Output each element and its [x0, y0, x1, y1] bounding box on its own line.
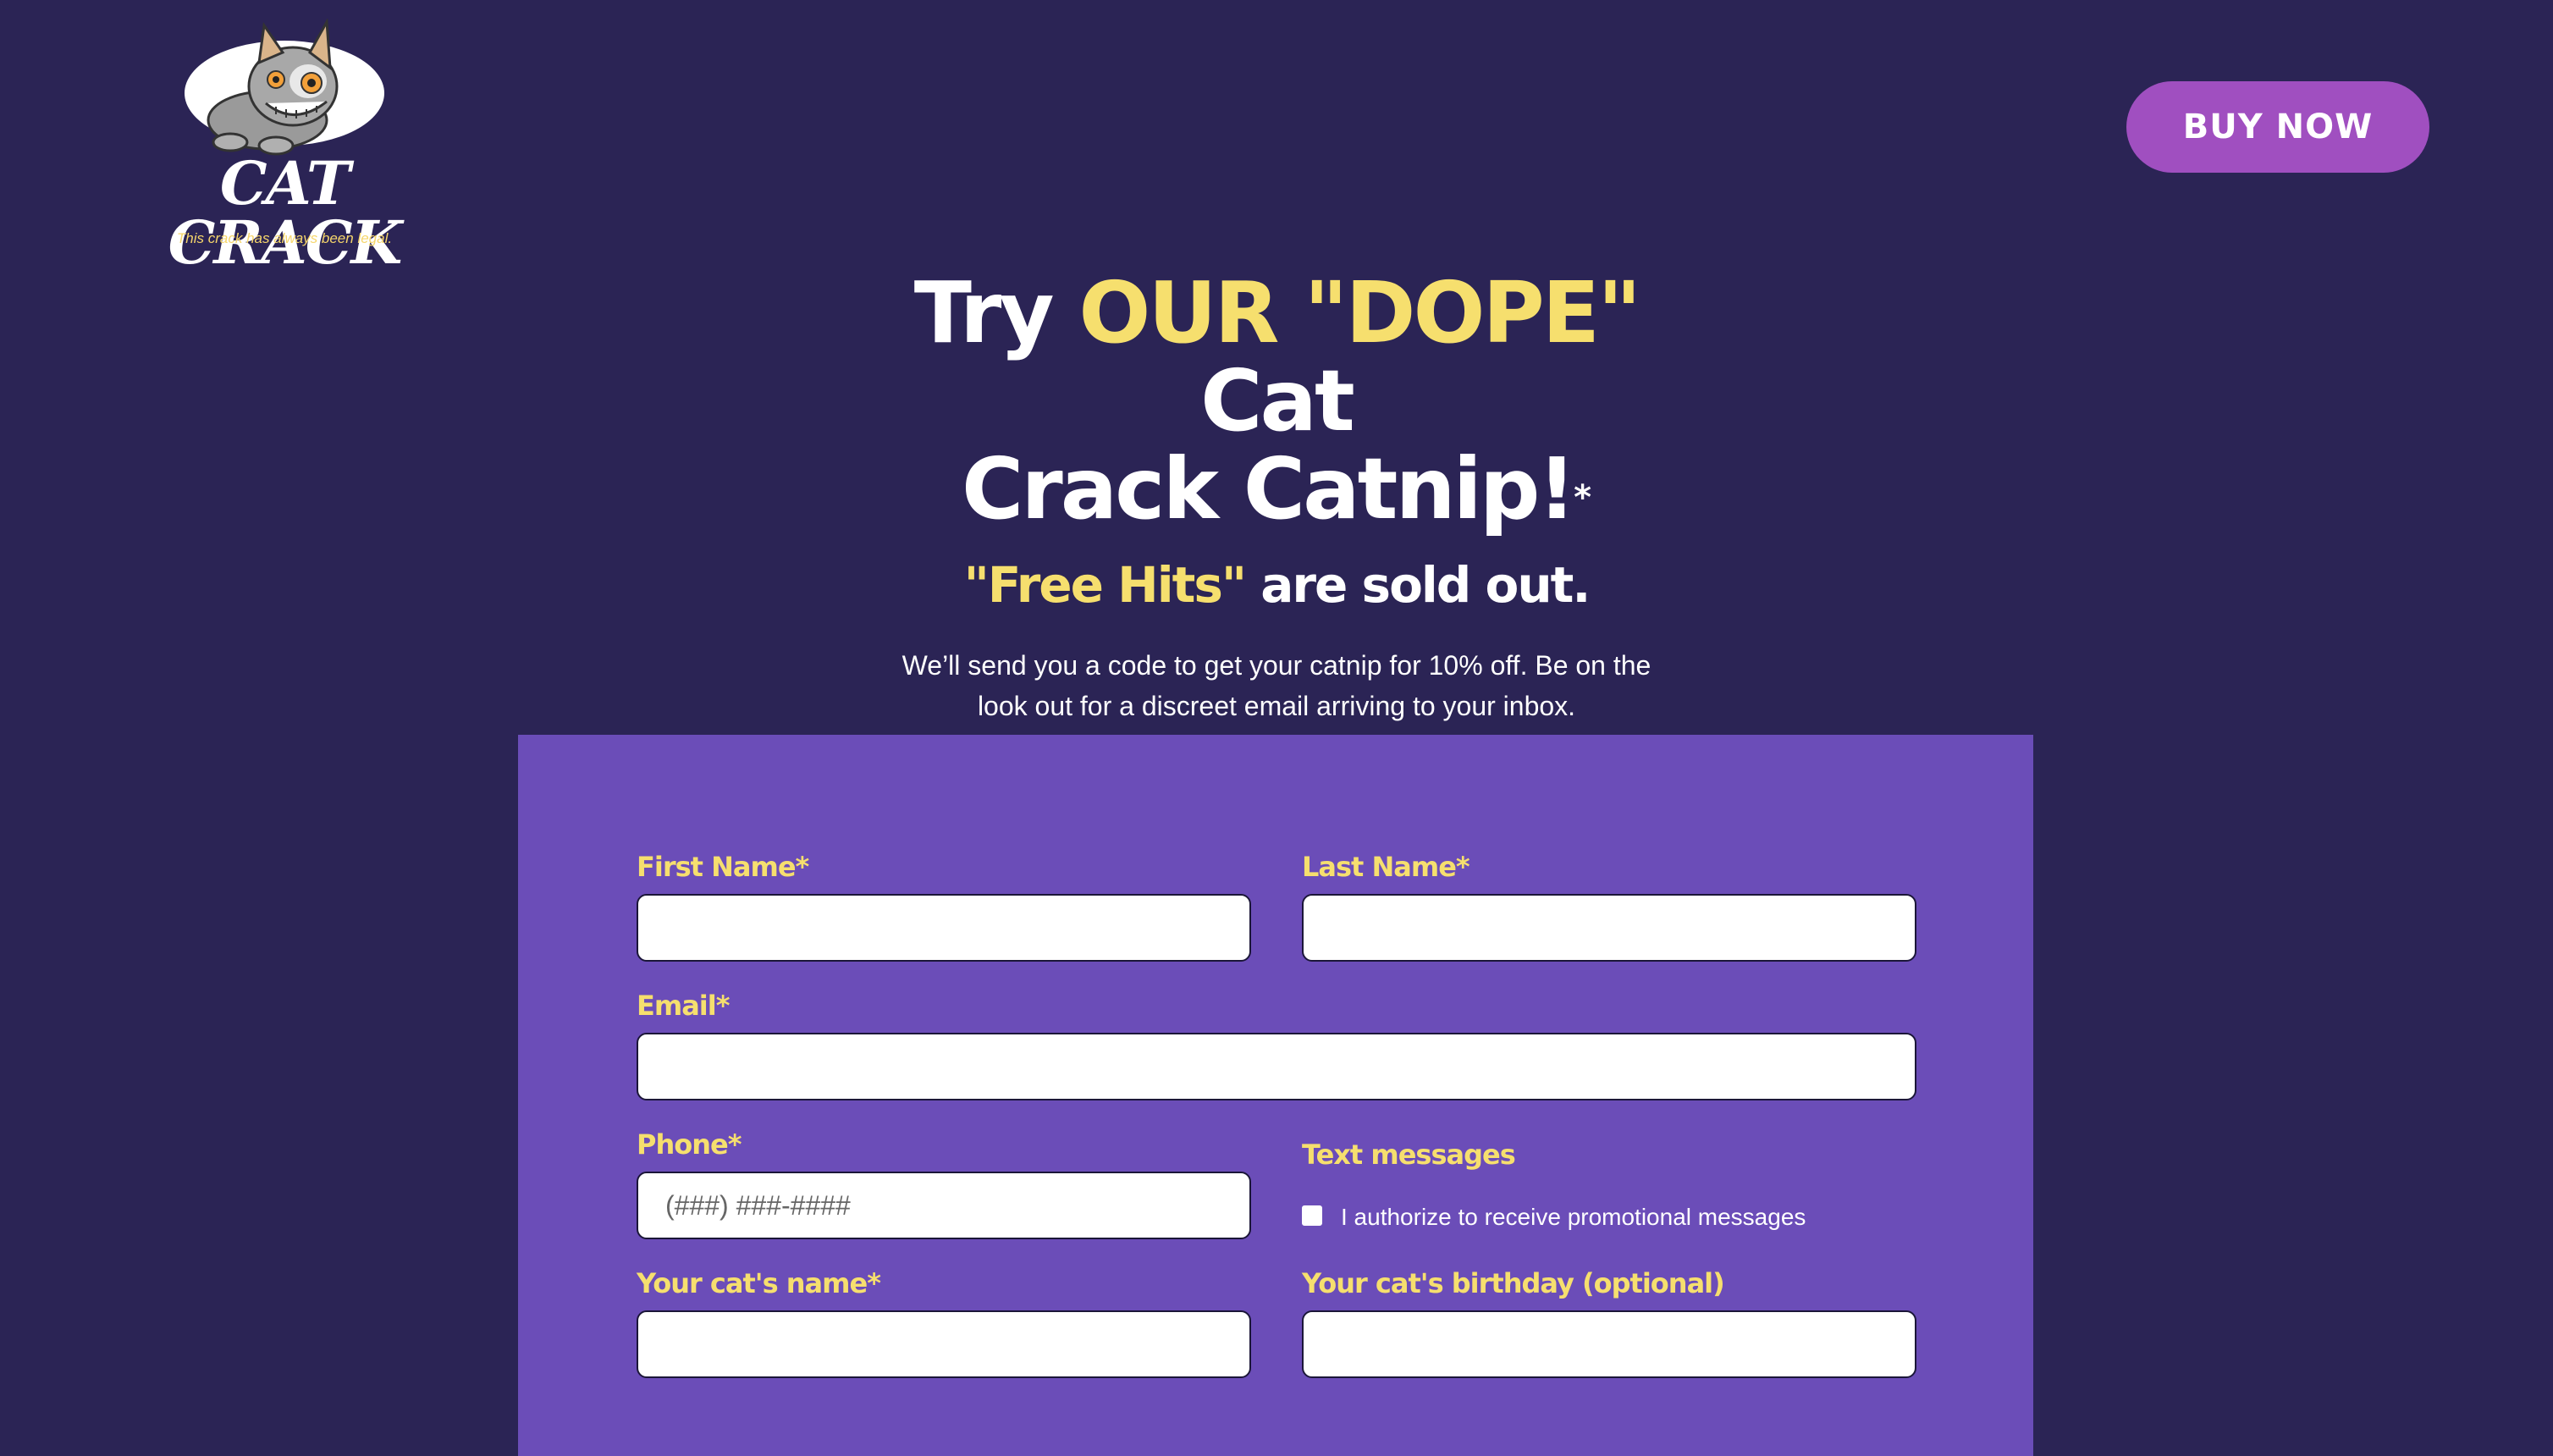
hero-subtitle: "Free Hits" are sold out.	[0, 555, 2553, 615]
text-messages-checkbox-label[interactable]: I authorize to receive promotional messa…	[1341, 1205, 1806, 1229]
first-name-input[interactable]	[637, 894, 1251, 962]
hero-title-line2: Crack Catnip!	[961, 439, 1576, 538]
hero-description: We’ll send you a code to get your catnip…	[902, 650, 1651, 721]
hero-subtitle-rest: are sold out.	[1245, 556, 1591, 614]
text-messages-label: Text messages	[1302, 1139, 1516, 1171]
cat-name-label: Your cat's name*	[637, 1267, 881, 1299]
text-messages-checkbox[interactable]	[1302, 1205, 1322, 1226]
email-input[interactable]	[637, 1033, 1916, 1100]
hero-title-asterisk: *	[1574, 478, 1592, 517]
logo[interactable]: CAT CRACK This crack has always been leg…	[149, 19, 420, 273]
cat-name-input[interactable]	[637, 1310, 1251, 1378]
email-label: Email*	[637, 990, 730, 1022]
hero-title: Try OUR "DOPE" Cat Crack Catnip!*	[896, 269, 1657, 533]
hero-section: Try OUR "DOPE" Cat Crack Catnip!* "Free …	[0, 269, 2553, 726]
last-name-input[interactable]	[1302, 894, 1916, 962]
hero-title-try: Try	[913, 263, 1079, 362]
phone-input[interactable]	[637, 1172, 1251, 1239]
hero-title-highlight: OUR "DOPE"	[1078, 263, 1641, 362]
phone-label: Phone*	[637, 1128, 742, 1161]
logo-wordmark: CAT CRACK	[168, 148, 403, 278]
cat-birthday-input[interactable]	[1302, 1310, 1916, 1378]
first-name-label: First Name*	[637, 851, 809, 883]
last-name-label: Last Name*	[1302, 851, 1470, 883]
page: CAT CRACK This crack has always been leg…	[0, 0, 2553, 1456]
logo-tagline: This crack has always been legal.	[176, 230, 393, 246]
hero-subtitle-highlight: "Free Hits"	[963, 556, 1247, 614]
buy-now-button[interactable]: BUY NOW	[2126, 81, 2429, 173]
signup-form: First Name* Last Name* Email* Phone* Tex…	[518, 735, 2033, 1456]
cat-birthday-label: Your cat's birthday (optional)	[1302, 1267, 1725, 1299]
cat-logo-icon	[185, 19, 384, 156]
hero-title-rest: Cat	[1200, 351, 1355, 450]
